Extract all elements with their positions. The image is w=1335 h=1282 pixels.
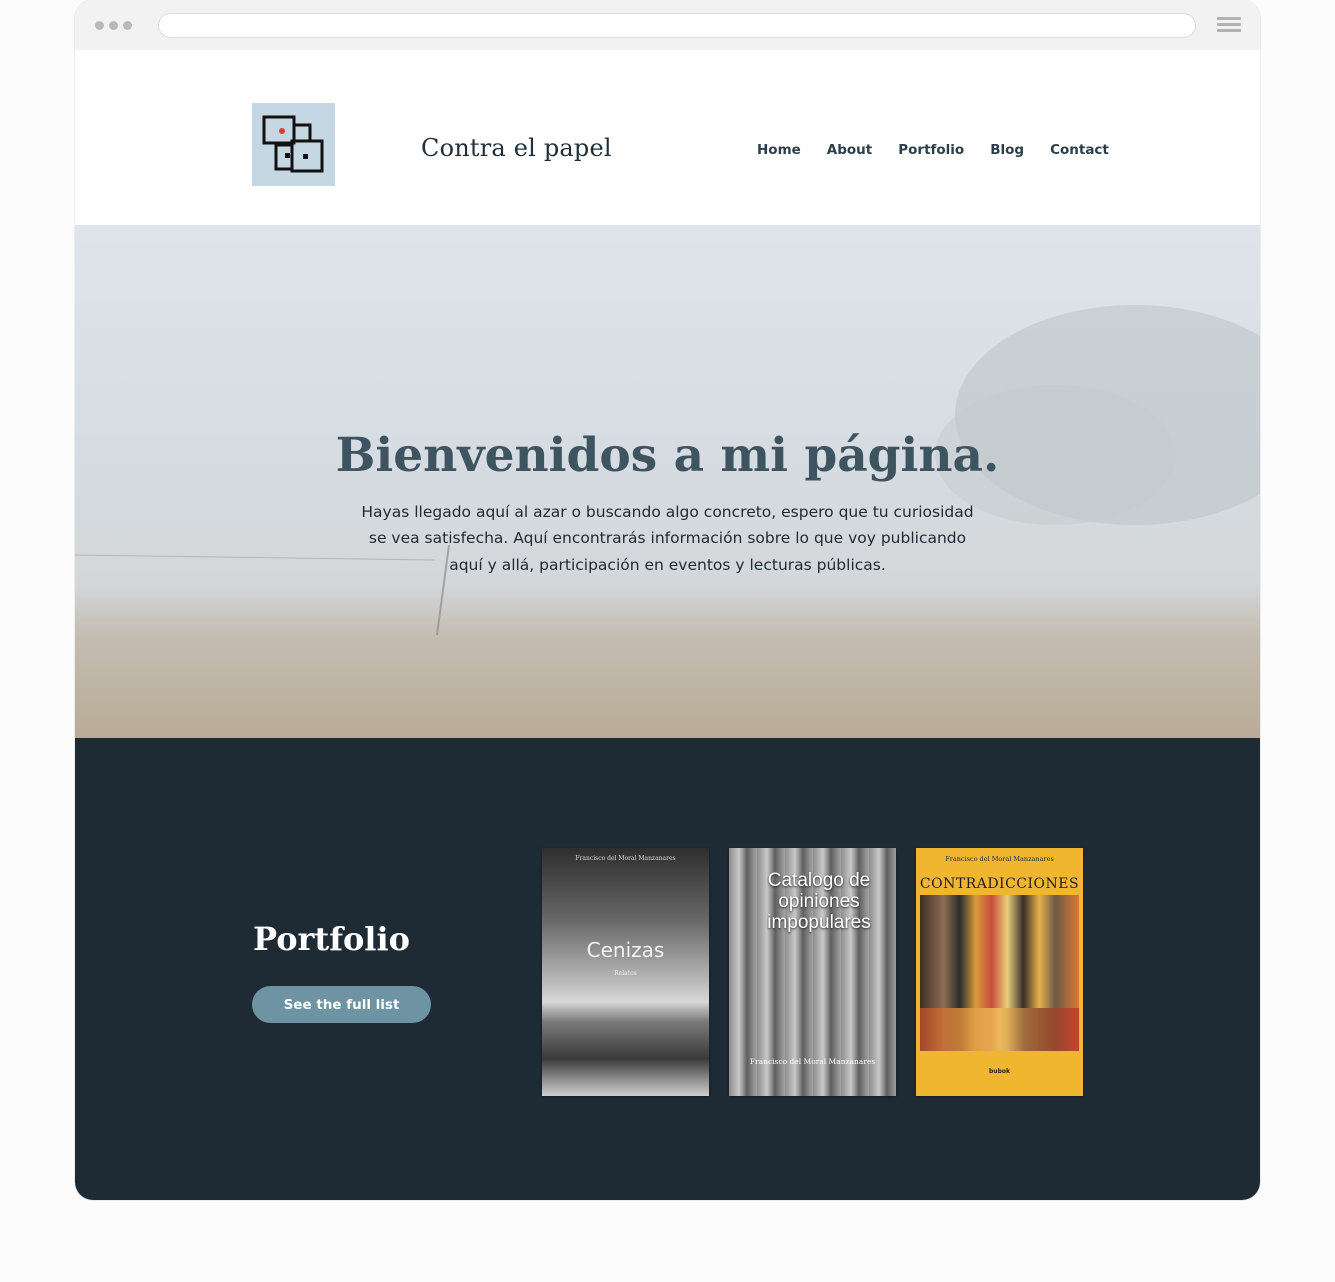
book-title: Cenizas [586, 938, 665, 962]
hero-heading: Bienvenidos a mi página. [335, 428, 1000, 484]
site-logo-icon[interactable] [252, 103, 335, 186]
browser-window: Contra el papel Home About Portfolio Blo… [75, 0, 1260, 1200]
book-title: CONTRADICCIONES [919, 876, 1080, 892]
book-cover-catalogo[interactable]: Catalogo de opiniones impopulares Franci… [729, 848, 896, 1096]
book-subtitle: Relatos [614, 970, 637, 977]
book-cover-contradicciones[interactable]: Francisco del Moral Manzanares CONTRADIC… [916, 848, 1083, 1096]
book-cover-cenizas[interactable]: Francisco del Moral Manzanares Cenizas R… [542, 848, 709, 1096]
hero-text: Hayas llegado aquí al azar o buscando al… [361, 502, 974, 574]
window-dots-icon [95, 21, 132, 30]
nav-contact[interactable]: Contact [1050, 142, 1109, 158]
book-author: Francisco del Moral Manzanares [575, 855, 676, 862]
cover-painting-detail [920, 1008, 1079, 1051]
portfolio-heading: Portfolio [253, 920, 410, 958]
publisher-logo: bubok [989, 1068, 1010, 1075]
browser-toolbar [75, 0, 1260, 50]
hero-section: Bienvenidos a mi página. Hayas llegado a… [75, 225, 1260, 738]
site-title[interactable]: Contra el papel [421, 134, 612, 162]
menu-icon[interactable] [1217, 17, 1241, 35]
book-title: Catalogo de opiniones impopulares [767, 870, 871, 933]
portfolio-section: Portfolio See the full list Francisco de… [75, 738, 1260, 1200]
nav-portfolio[interactable]: Portfolio [898, 142, 964, 158]
nav-home[interactable]: Home [757, 142, 801, 158]
book-author: Francisco del Moral Manzanares [749, 1057, 876, 1066]
nav-blog[interactable]: Blog [990, 142, 1024, 158]
site-header: Contra el papel Home About Portfolio Blo… [75, 50, 1260, 225]
see-full-list-button[interactable]: See the full list [252, 986, 431, 1023]
nav-about[interactable]: About [827, 142, 872, 158]
address-bar[interactable] [158, 13, 1196, 38]
main-nav: Home About Portfolio Blog Contact [757, 142, 1109, 158]
book-author: Francisco del Moral Manzanares [945, 855, 1054, 863]
